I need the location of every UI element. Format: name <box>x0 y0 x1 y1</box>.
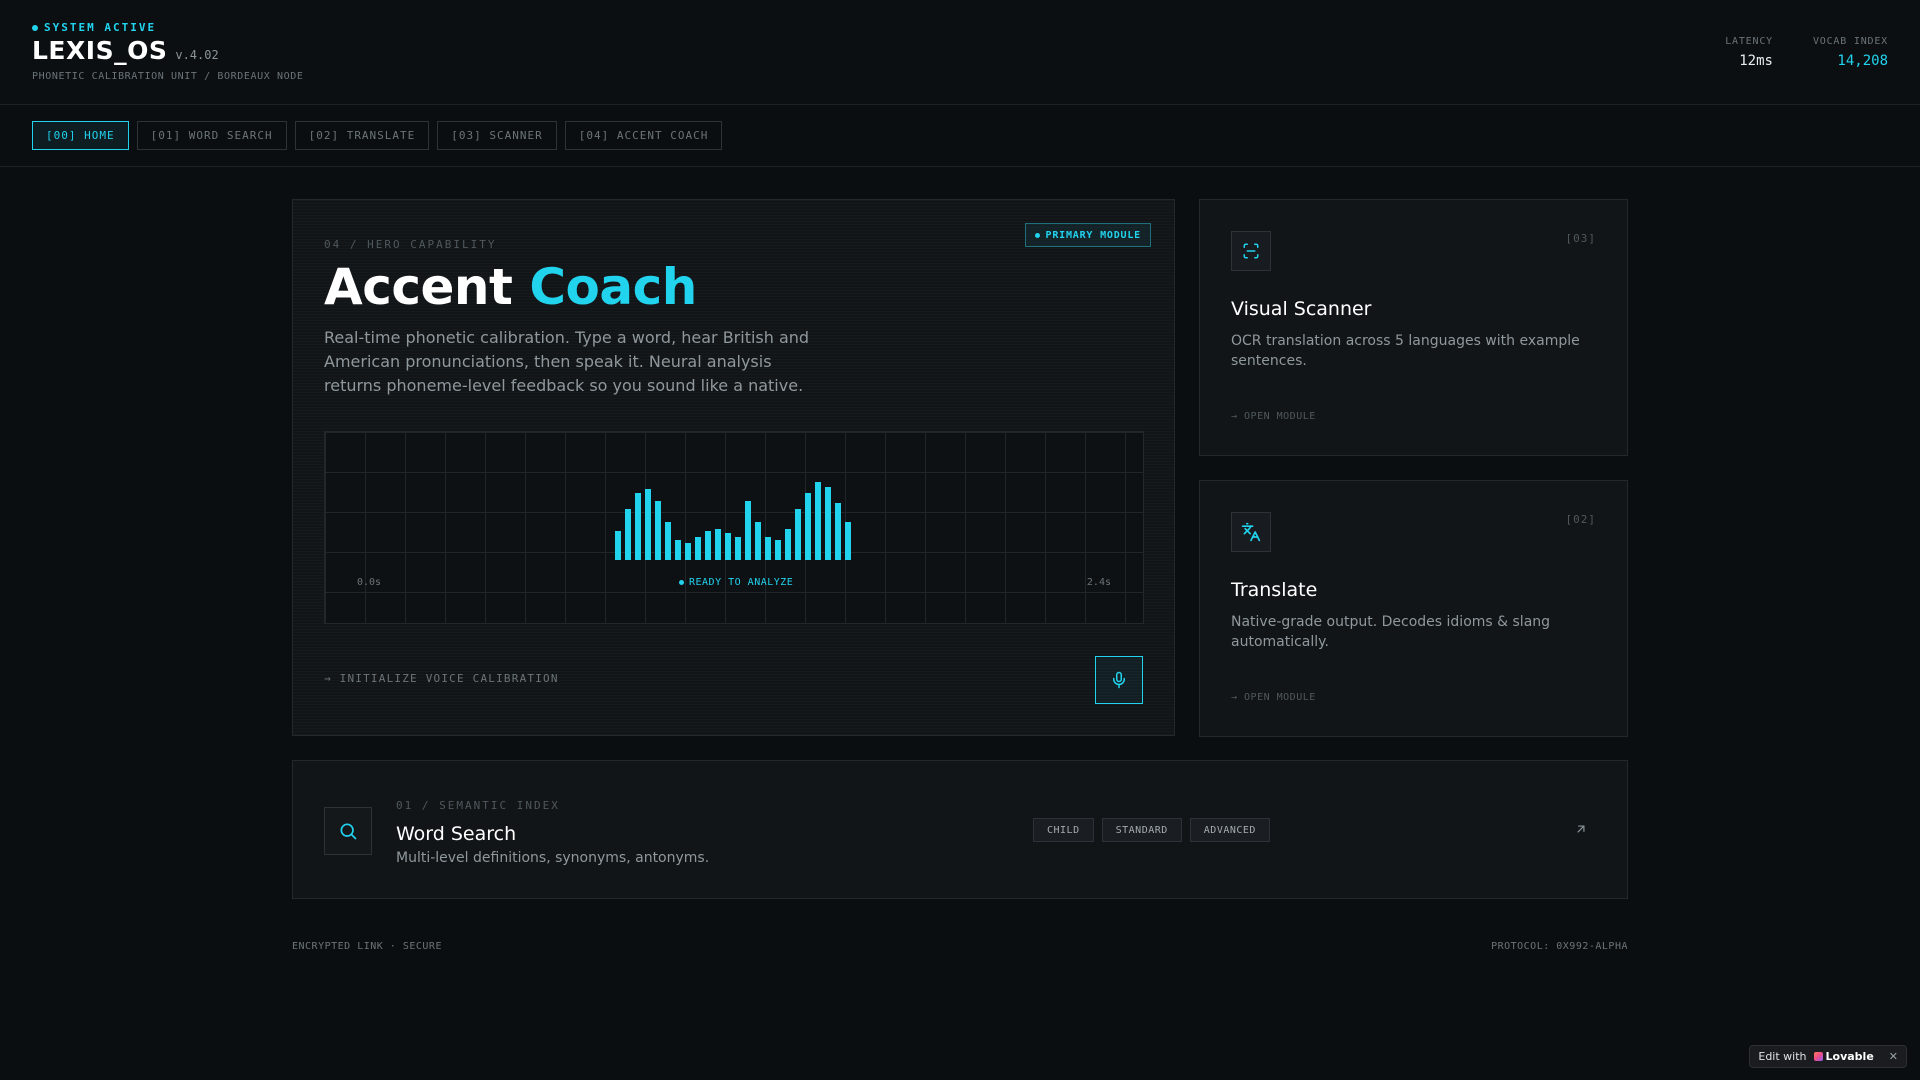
tab-accent-coach[interactable]: [04] ACCENT COACH <box>564 121 723 150</box>
waveform-start-label: 0.0s <box>357 577 382 588</box>
visual-scanner-card[interactable]: [03] Visual Scanner OCR translation acro… <box>1199 199 1628 456</box>
badge-label: PRIMARY MODULE <box>1045 229 1141 241</box>
word-search-description: Multi-level definitions, synonyms, anton… <box>396 850 710 866</box>
waveform-bar <box>615 531 621 560</box>
waveform-bar <box>715 529 721 560</box>
waveform-bar <box>725 533 731 560</box>
waveform-bar <box>635 493 641 560</box>
waveform-bar <box>675 540 681 560</box>
level-chip-child[interactable]: CHILD <box>1033 818 1094 842</box>
waveform-bar <box>745 501 751 560</box>
lovable-prefix: Edit with <box>1758 1050 1807 1063</box>
brand-name: LEXIS_OS <box>32 36 168 65</box>
waveform-bar <box>825 487 831 560</box>
header-metrics: LATENCY 12ms VOCAB INDEX 14,208 <box>1725 36 1888 69</box>
lovable-logo: Lovable <box>1813 1050 1874 1063</box>
scanner-icon-box <box>1231 231 1271 271</box>
word-search-icon-box <box>324 807 372 855</box>
waveform-bar <box>665 522 671 560</box>
word-search-card[interactable]: 01 / SEMANTIC INDEX Word Search Multi-le… <box>292 760 1628 899</box>
word-search-eyebrow: 01 / SEMANTIC INDEX <box>396 799 560 812</box>
badge-dot-icon <box>1034 232 1040 238</box>
level-chip-standard[interactable]: STANDARD <box>1101 818 1182 842</box>
module-title: Translate <box>1231 579 1318 601</box>
waveform-bar <box>755 522 761 560</box>
translate-card[interactable]: [02] Translate Native-grade output. Deco… <box>1199 480 1628 737</box>
hero-title: Accent Coach <box>324 258 697 316</box>
footer-protocol: PROTOCOL: 0X992-ALPHA <box>1491 941 1628 952</box>
metric-latency: LATENCY 12ms <box>1725 36 1773 69</box>
waveform-bar <box>765 537 771 560</box>
footer-encrypted-link: ENCRYPTED LINK · SECURE <box>292 941 442 952</box>
module-description: OCR translation across 5 languages with … <box>1231 333 1580 369</box>
ready-dot-icon <box>679 580 684 585</box>
hero-eyebrow: 04 / HERO CAPABILITY <box>324 238 497 251</box>
module-title: Visual Scanner <box>1231 298 1372 320</box>
waveform-bar <box>835 503 841 560</box>
waveform-status-label: READY TO ANALYZE <box>689 577 794 588</box>
translate-icon <box>1241 522 1261 542</box>
primary-module-badge: PRIMARY MODULE <box>1024 223 1151 247</box>
accent-coach-card[interactable]: 04 / HERO CAPABILITY PRIMARY MODULE Acce… <box>292 199 1175 736</box>
waveform-bar <box>845 522 851 560</box>
hero-description: Real-time phonetic calibration. Type a w… <box>324 328 810 395</box>
status-dot-icon <box>32 24 38 31</box>
tab-word-search[interactable]: [01] WORD SEARCH <box>136 121 287 150</box>
word-search-title: Word Search <box>396 823 517 845</box>
metric-value: 14,208 <box>1837 53 1888 69</box>
brand[interactable]: LEXIS_OS v.4.02 <box>32 36 219 65</box>
waveform-end-label: 2.4s <box>1086 577 1111 588</box>
open-module-link[interactable]: → OPEN MODULE <box>1231 692 1316 703</box>
top-header: SYSTEM ACTIVE LEXIS_OS v.4.02 PHONETIC C… <box>0 0 1920 105</box>
close-icon[interactable]: ✕ <box>1889 1050 1898 1063</box>
waveform-bar <box>735 537 741 560</box>
waveform-bar <box>775 540 781 560</box>
waveform-bar <box>705 531 711 560</box>
tab-home[interactable]: [00] HOME <box>32 121 129 150</box>
microphone-icon <box>1113 671 1125 689</box>
scan-icon <box>1243 243 1259 259</box>
waveform-bar <box>785 529 791 560</box>
metric-label: VOCAB INDEX <box>1812 36 1888 47</box>
main-nav: [00] HOME [01] WORD SEARCH [02] TRANSLAT… <box>0 105 1920 167</box>
system-status-label: SYSTEM ACTIVE <box>44 21 157 34</box>
initialize-calibration-link[interactable]: → INITIALIZE VOICE CALIBRATION <box>324 672 559 685</box>
metric-label: LATENCY <box>1725 36 1773 47</box>
open-word-search-button[interactable] <box>1573 821 1589 837</box>
arrow-up-right-icon <box>1577 825 1585 833</box>
module-index: [03] <box>1565 232 1596 245</box>
level-chips: CHILD STANDARD ADVANCED <box>1033 818 1270 842</box>
waveform-bar <box>655 501 661 560</box>
level-chip-advanced[interactable]: ADVANCED <box>1189 818 1270 842</box>
waveform-bar <box>805 493 811 560</box>
open-module-link[interactable]: → OPEN MODULE <box>1231 411 1316 422</box>
waveform-bar <box>815 482 821 560</box>
lovable-heart-icon <box>1813 1052 1823 1061</box>
waveform-panel: 0.0s 2.4s READY TO ANALYZE <box>324 431 1144 624</box>
waveform-bar <box>645 489 651 560</box>
waveform-bar <box>795 509 801 560</box>
waveform-bar <box>625 509 631 560</box>
hero-title-main: Accent <box>324 258 513 316</box>
waveform-bar <box>695 537 701 560</box>
metric-value: 12ms <box>1739 53 1773 69</box>
waveform-bar <box>685 543 691 560</box>
edit-with-lovable-badge[interactable]: Edit with Lovable ✕ <box>1749 1045 1907 1068</box>
search-icon <box>340 823 357 840</box>
waveform-status: READY TO ANALYZE <box>679 577 793 588</box>
tab-scanner[interactable]: [03] SCANNER <box>437 121 557 150</box>
module-index: [02] <box>1565 513 1596 526</box>
brand-subtitle: PHONETIC CALIBRATION UNIT / BORDEAUX NOD… <box>32 71 304 82</box>
hero-title-accent: Coach <box>529 258 697 316</box>
module-description: Native-grade output. Decodes idioms & sl… <box>1231 614 1551 650</box>
translate-icon-box <box>1231 512 1271 552</box>
microphone-button[interactable] <box>1095 656 1143 704</box>
metric-vocab-index: VOCAB INDEX 14,208 <box>1813 36 1888 69</box>
tab-translate[interactable]: [02] TRANSLATE <box>294 121 430 150</box>
system-status: SYSTEM ACTIVE <box>32 21 156 34</box>
brand-version: v.4.02 <box>175 48 219 62</box>
lovable-brand: Lovable <box>1825 1050 1874 1063</box>
